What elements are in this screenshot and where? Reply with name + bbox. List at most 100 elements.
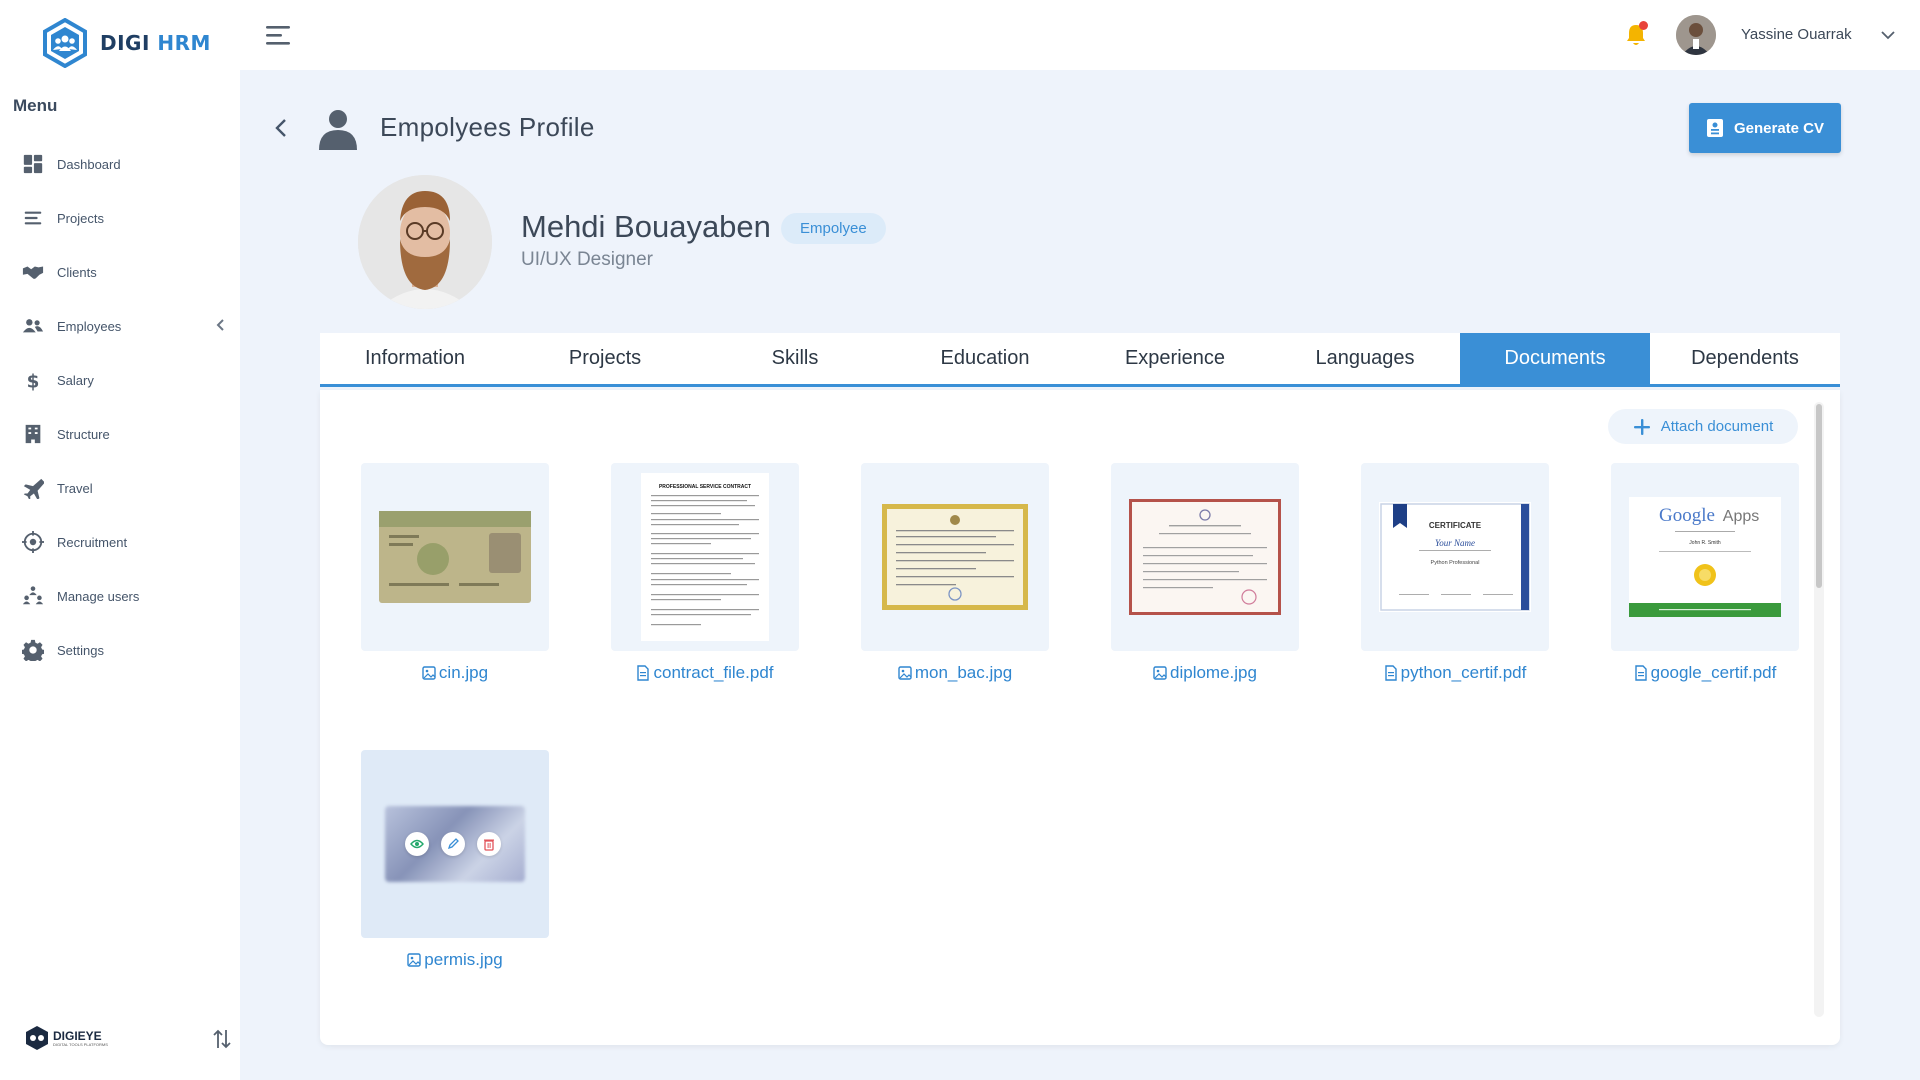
tab-information[interactable]: Information [320, 333, 510, 384]
image-file-icon [407, 953, 421, 967]
sidebar-item-label: Clients [57, 264, 97, 280]
gear-icon [22, 639, 44, 661]
generate-cv-label: Generate CV [1733, 119, 1825, 137]
sidebar-item-label: Recruitment [57, 534, 128, 550]
sidebar-nav: Dashboard Projects Clients Employees $ S… [0, 137, 240, 677]
document-card: Google Apps John R. Smith google_certif.… [1611, 463, 1799, 683]
document-filename: contract_file.pdf [653, 663, 774, 682]
document-actions [405, 832, 501, 856]
tab-skills[interactable]: Skills [700, 333, 890, 384]
document-name[interactable]: mon_bac.jpg [861, 663, 1049, 683]
document-thumbnail[interactable]: PROFESSIONAL SERVICE CONTRACT [611, 463, 799, 651]
tab-languages[interactable]: Languages [1270, 333, 1460, 384]
edit-document-button[interactable] [441, 832, 465, 856]
document-card: mon_bac.jpg [861, 463, 1049, 683]
attach-document-label: Attach document [1660, 418, 1774, 435]
document-thumbnail[interactable] [361, 750, 549, 938]
tab-projects[interactable]: Projects [510, 333, 700, 384]
delete-document-button[interactable] [477, 832, 501, 856]
sidebar-item-label: Projects [57, 210, 104, 226]
digieye-hexagon-icon [26, 1026, 48, 1050]
document-filename: permis.jpg [424, 950, 503, 969]
building-icon [25, 424, 41, 444]
sidebar-item-label: Settings [57, 642, 104, 658]
pdf-file-icon [637, 665, 650, 681]
profile-tabs: Information Projects Skills Education Ex… [320, 333, 1840, 387]
sidebar-item-label: Dashboard [57, 156, 121, 172]
profile-photo [358, 175, 492, 309]
certificate-course: Python Professional [1431, 560, 1480, 566]
dashboard-icon [23, 154, 43, 174]
document-thumbnail[interactable] [1111, 463, 1299, 651]
chevron-left-icon[interactable] [214, 318, 228, 332]
chevron-down-icon[interactable] [1880, 27, 1896, 43]
sidebar-item-label: Manage users [57, 588, 140, 604]
id-card-preview [379, 511, 531, 603]
hamburger-menu-icon[interactable] [266, 24, 292, 46]
document-thumbnail[interactable]: Google Apps John R. Smith [1611, 463, 1799, 651]
sidebar-item-label: Employees [57, 318, 122, 334]
logo-hexagon-icon [43, 18, 87, 68]
certificate-name: Your Name [1435, 538, 1475, 548]
view-document-button[interactable] [405, 832, 429, 856]
image-file-icon [898, 666, 912, 680]
tab-dependents[interactable]: Dependents [1650, 333, 1840, 384]
trash-icon [484, 839, 494, 851]
team-icon [22, 586, 44, 605]
document-name[interactable]: cin.jpg [361, 663, 549, 683]
pencil-icon [447, 838, 459, 850]
sort-arrows-icon[interactable] [213, 1028, 231, 1050]
document-card: PROFESSIONAL SERVICE CONTRACT contract_f… [611, 463, 799, 683]
document-thumbnail[interactable]: CERTIFICATE Your Name Python Professiona… [1361, 463, 1549, 651]
tab-education[interactable]: Education [890, 333, 1080, 384]
tab-documents[interactable]: Documents [1460, 333, 1650, 384]
scrollbar-thumb[interactable] [1816, 404, 1822, 588]
employee-status-badge: Empolyee [781, 213, 886, 244]
user-avatar[interactable] [1676, 15, 1716, 55]
contract-heading: PROFESSIONAL SERVICE CONTRACT [659, 484, 751, 490]
eye-icon [410, 839, 424, 849]
svg-text:$: $ [27, 371, 40, 391]
app-name-part1: DIGI [100, 31, 150, 55]
document-card: CERTIFICATE Your Name Python Professiona… [1361, 463, 1549, 683]
user-avatar-image [1676, 15, 1716, 55]
tab-experience[interactable]: Experience [1080, 333, 1270, 384]
sidebar: DIGI HRM Menu Dashboard Projects Clients… [0, 0, 240, 1080]
profile-photo-image [358, 175, 492, 309]
username[interactable]: Yassine Ouarrak [1741, 26, 1852, 43]
app-logo[interactable]: DIGI HRM [42, 18, 211, 68]
app-name-part2: HRM [149, 31, 211, 55]
document-name[interactable]: google_certif.pdf [1611, 663, 1799, 683]
users-icon [22, 319, 44, 333]
sidebar-item-dashboard[interactable]: Dashboard [0, 137, 240, 191]
sidebar-item-recruitment[interactable]: Recruitment [0, 515, 240, 569]
sidebar-item-manage-users[interactable]: Manage users [0, 569, 240, 623]
document-thumbnail[interactable] [361, 463, 549, 651]
document-filename: diplome.jpg [1170, 663, 1257, 682]
sidebar-item-employees[interactable]: Employees [0, 299, 240, 353]
menu-title: Menu [13, 96, 58, 115]
document-thumbnail[interactable] [861, 463, 1049, 651]
sidebar-item-clients[interactable]: Clients [0, 245, 240, 299]
document-name[interactable]: permis.jpg [361, 950, 549, 970]
attach-document-button[interactable]: Attach document [1608, 409, 1798, 444]
pdf-file-icon [1634, 665, 1647, 681]
image-file-icon [1153, 666, 1167, 680]
document-name[interactable]: contract_file.pdf [611, 663, 799, 683]
document-name[interactable]: diplome.jpg [1111, 663, 1299, 683]
projects-icon [24, 211, 42, 225]
sidebar-item-projects[interactable]: Projects [0, 191, 240, 245]
google-logo-text: Google [1659, 505, 1715, 526]
document-name[interactable]: python_certif.pdf [1361, 663, 1549, 683]
contract-preview: PROFESSIONAL SERVICE CONTRACT [641, 473, 769, 641]
page-title: Empolyees Profile [380, 112, 595, 142]
sidebar-item-settings[interactable]: Settings [0, 623, 240, 677]
pdf-file-icon [1384, 665, 1397, 681]
sidebar-item-travel[interactable]: Travel [0, 461, 240, 515]
sidebar-item-salary[interactable]: $ Salary [0, 353, 240, 407]
back-arrow-icon[interactable] [272, 116, 290, 140]
handshake-icon [22, 266, 44, 279]
generate-cv-button[interactable]: Generate CV [1689, 103, 1841, 153]
plus-icon [1633, 418, 1650, 435]
sidebar-item-structure[interactable]: Structure [0, 407, 240, 461]
